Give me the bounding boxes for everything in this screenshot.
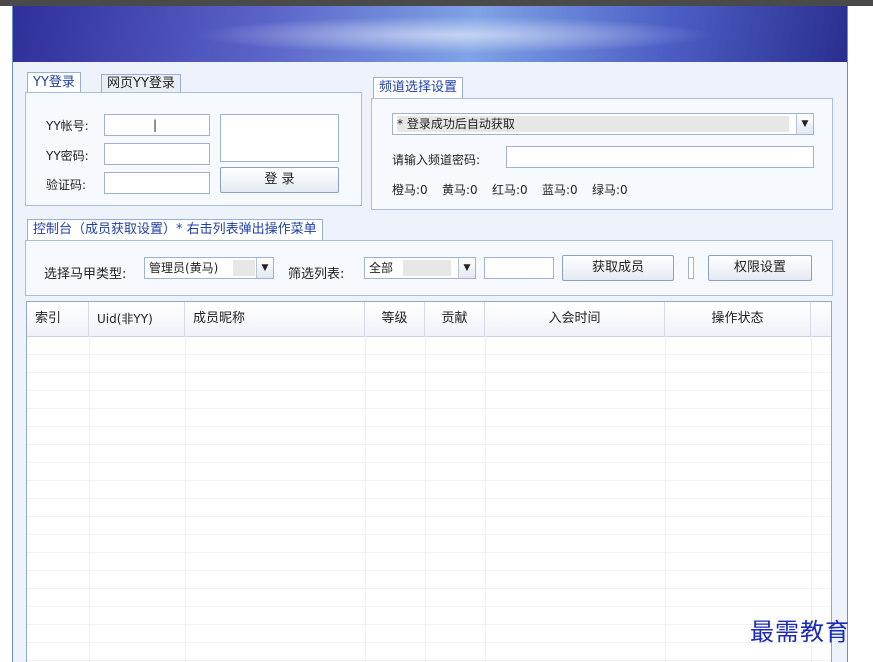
captcha-input[interactable] — [104, 172, 210, 194]
channel-password-label: 请输入频道密码: — [392, 153, 481, 167]
grid-row-line — [27, 534, 831, 535]
grid-row-line — [27, 390, 831, 391]
login-panel: YY帐号: | YY密码: 验证码: 登 录 — [25, 92, 362, 206]
filter-select[interactable]: 全部 ▼ — [364, 257, 476, 279]
grid-column-line — [89, 336, 90, 662]
console-panel: 选择马甲类型: 管理员(黄马) ▼ 筛选列表: 全部 ▼ 获取成员 权限设置 — [25, 240, 833, 296]
chevron-down-icon[interactable]: ▼ — [458, 258, 475, 278]
grid-column-line — [365, 336, 366, 662]
password-label: YY密码: — [46, 149, 89, 163]
column-join-time[interactable]: 入会时间 — [485, 302, 665, 336]
grid-row-line — [27, 498, 831, 499]
grid-column-line — [485, 336, 486, 662]
vest-type-select[interactable]: 管理员(黄马) ▼ — [144, 257, 274, 279]
captcha-label: 验证码: — [46, 178, 87, 192]
grid-row-line — [27, 552, 831, 553]
grid-row-line — [27, 372, 831, 373]
grid-row-line — [27, 480, 831, 481]
fetch-members-button[interactable]: 获取成员 — [562, 255, 674, 281]
grid-row-line — [27, 570, 831, 571]
password-input[interactable] — [104, 143, 210, 165]
channel-password-input[interactable] — [506, 146, 814, 168]
grid-row-line — [27, 444, 831, 445]
tab-yy-login[interactable]: YY登录 — [27, 72, 81, 93]
account-label: YY帐号: — [46, 119, 89, 133]
column-status[interactable]: 操作状态 — [665, 302, 811, 336]
account-input[interactable]: | — [104, 114, 210, 136]
captcha-image[interactable] — [220, 114, 339, 162]
filter-label: 筛选列表: — [288, 267, 345, 282]
chevron-down-icon[interactable]: ▼ — [256, 258, 273, 278]
separator-box — [688, 257, 694, 279]
column-contribution[interactable]: 贡献 — [425, 302, 485, 336]
count-red: 红马:0 — [492, 183, 528, 197]
header-banner — [13, 6, 847, 62]
grid-row-line — [27, 462, 831, 463]
grid-row-line — [27, 588, 831, 589]
grid-column-line — [665, 336, 666, 662]
grid-column-line — [425, 336, 426, 662]
channel-panel: * 登录成功后自动获取 ▼ 请输入频道密码: 橙马:0 黄马:0 红马:0 蓝马… — [371, 98, 833, 210]
permission-settings-button[interactable]: 权限设置 — [708, 255, 812, 281]
grid-row-line — [27, 426, 831, 427]
tab-web-yy-login[interactable]: 网页YY登录 — [101, 74, 181, 93]
chevron-down-icon[interactable]: ▼ — [796, 114, 813, 134]
watermark: 最需教育 — [750, 618, 850, 646]
right-margin — [846, 6, 873, 662]
count-yellow: 黄马:0 — [442, 183, 478, 197]
member-table[interactable]: 索引 Uid(非YY) 成员昵称 等级 贡献 入会时间 操作状态 — [26, 301, 832, 662]
count-blue: 蓝马:0 — [542, 183, 578, 197]
filter-input[interactable] — [484, 257, 554, 279]
vest-type-label: 选择马甲类型: — [44, 267, 127, 282]
login-button[interactable]: 登 录 — [220, 167, 339, 193]
channel-select[interactable]: * 登录成功后自动获取 ▼ — [392, 113, 814, 135]
tab-channel-settings[interactable]: 频道选择设置 — [373, 77, 464, 98]
grid-row-line — [27, 516, 831, 517]
column-nickname[interactable]: 成员昵称 — [185, 302, 365, 336]
count-green: 绿马:0 — [592, 183, 628, 197]
grid-row-line — [27, 408, 831, 409]
count-orange: 橙马:0 — [392, 183, 428, 197]
grid-row-line — [27, 660, 831, 661]
column-level[interactable]: 等级 — [365, 302, 425, 336]
table-header: 索引 Uid(非YY) 成员昵称 等级 贡献 入会时间 操作状态 — [27, 302, 831, 337]
column-uid[interactable]: Uid(非YY) — [89, 302, 185, 336]
grid-row-line — [27, 642, 831, 643]
tab-console[interactable]: 控制台（成员获取设置）* 右击列表弹出操作菜单 — [27, 219, 323, 240]
grid-row-line — [27, 606, 831, 607]
column-index[interactable]: 索引 — [27, 302, 89, 336]
grid-row-line — [27, 354, 831, 355]
app-window: YY登录 网页YY登录 YY帐号: | YY密码: 验证码: 登 录 频道选择设… — [12, 6, 848, 662]
grid-column-line — [185, 336, 186, 662]
grid-row-line — [27, 624, 831, 625]
